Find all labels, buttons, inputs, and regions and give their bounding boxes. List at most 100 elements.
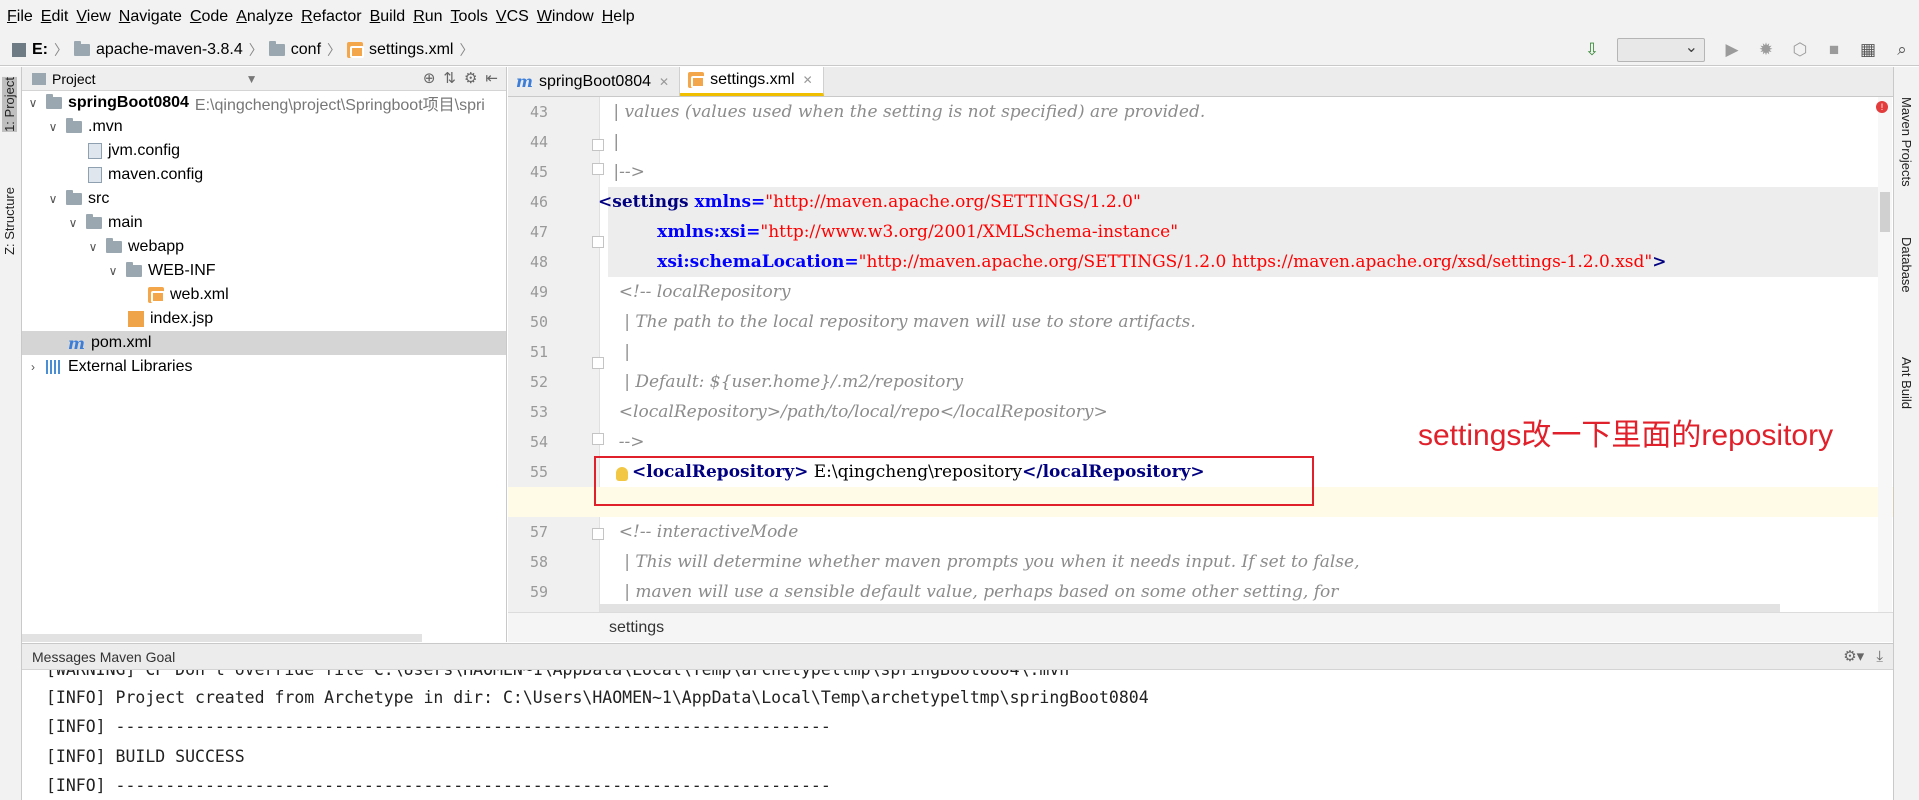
line-number: 47 (529, 223, 548, 241)
expand-arrow-icon[interactable]: ∨ (106, 264, 120, 278)
editor-tabs: m springBoot0804 ✕ settings.xml ✕ (508, 67, 1893, 97)
tree-item-maven-config[interactable]: maven.config (22, 163, 506, 187)
breadcrumb-maven-folder[interactable]: apache-maven-3.8.4 〉 (74, 40, 263, 60)
hide-icon[interactable]: ⇤ (485, 69, 498, 87)
chevron-right-icon: 〉 (248, 41, 263, 58)
tool-tab-maven-projects[interactable]: Maven Projects (1899, 97, 1914, 187)
menu-refactor[interactable]: Refactor (299, 0, 367, 34)
tree-item-label: web.xml (170, 286, 229, 303)
line-number: 57 (529, 523, 548, 541)
fold-marker[interactable] (592, 433, 604, 445)
fold-marker[interactable] (592, 163, 604, 175)
menu-window[interactable]: Window (535, 0, 600, 34)
tree-item-index-jsp[interactable]: index.jsp (22, 307, 506, 331)
gear-icon[interactable]: ⚙ (464, 69, 477, 87)
menu-run[interactable]: Run (411, 0, 448, 34)
coverage-icon[interactable]: ⬡ (1789, 39, 1811, 61)
tab-settings-xml[interactable]: settings.xml ✕ (680, 67, 824, 96)
expand-arrow-icon[interactable]: › (26, 360, 40, 374)
menu-analyze[interactable]: Analyze (234, 0, 299, 34)
menu-build[interactable]: Build (368, 0, 412, 34)
search-everywhere-icon[interactable]: ⌕ (1891, 39, 1913, 61)
tree-item-label: index.jsp (150, 310, 214, 327)
tool-tab-structure[interactable]: Z: Structure (2, 187, 17, 255)
close-icon[interactable]: ✕ (803, 73, 813, 87)
tree-item-springboot0804[interactable]: ∨ springBoot0804 E:\qingcheng\project\Sp… (22, 91, 506, 115)
folder-icon (66, 118, 82, 133)
breadcrumb-drive[interactable]: E: 〉 (12, 40, 68, 60)
scrollbar-thumb[interactable] (1880, 192, 1890, 232)
build-icon[interactable]: ⇩ (1581, 39, 1603, 61)
vertical-scrollbar[interactable]: ! (1876, 97, 1892, 612)
comment-text: <!-- localRepository (608, 282, 791, 302)
editor-breadcrumb[interactable]: settings (508, 612, 1893, 642)
horizontal-scrollbar[interactable] (22, 634, 422, 642)
xml-attribute: xsi:schemaLocation= (598, 252, 859, 272)
expand-arrow-icon[interactable]: ∨ (86, 240, 100, 254)
fold-marker[interactable] (592, 357, 604, 369)
menu-edit[interactable]: Edit (39, 0, 75, 34)
tool-tab-database[interactable]: Database (1899, 237, 1914, 293)
error-indicator-icon[interactable]: ! (1876, 101, 1888, 113)
expand-arrow-icon[interactable]: ∨ (26, 96, 40, 110)
menu-tools[interactable]: Tools (449, 0, 494, 34)
expand-arrow-icon[interactable]: ∨ (66, 216, 80, 230)
collapse-all-icon[interactable]: ⇅ (443, 69, 456, 87)
run-configuration-select[interactable] (1617, 37, 1705, 62)
code-editor[interactable]: 4344454647484950515253545556575859 | val… (508, 97, 1893, 612)
tree-item-src[interactable]: ∨ src (22, 187, 506, 211)
debug-icon[interactable]: ✹ (1755, 39, 1777, 61)
code-line-47: xmlns:xsi="http://www.w3.org/2001/XMLSch… (598, 217, 1178, 247)
stop-icon[interactable]: ■ (1823, 39, 1845, 61)
code-line-48: xsi:schemaLocation="http://maven.apache.… (598, 247, 1666, 277)
menu-navigate[interactable]: Navigate (117, 0, 188, 34)
chevron-down-icon[interactable]: ▼ (246, 72, 258, 86)
project-panel-title[interactable]: Project (52, 71, 96, 87)
tree-item-web-xml[interactable]: web.xml (22, 283, 506, 307)
gear-icon[interactable]: ⚙▾ (1843, 648, 1864, 665)
menu-code[interactable]: Code (188, 0, 234, 34)
project-structure-icon[interactable]: ▦ (1857, 39, 1879, 61)
code-line-45: |--> (608, 157, 645, 187)
close-icon[interactable]: ✕ (659, 75, 669, 89)
fold-marker[interactable] (592, 139, 604, 151)
xml-file-icon (688, 72, 706, 88)
messages-output[interactable]: [WARNING] CP Don't override file C:\User… (22, 670, 1893, 800)
breadcrumb-settings-file[interactable]: settings.xml 〉 (347, 40, 473, 60)
hide-icon[interactable]: ⤓ (1876, 648, 1883, 665)
navigation-bar: E: 〉 apache-maven-3.8.4 〉 conf 〉 setting… (0, 34, 1919, 66)
tree-item-pom-xml[interactable]: m pom.xml (22, 331, 506, 355)
fold-marker[interactable] (592, 528, 604, 540)
menu-help[interactable]: Help (600, 0, 641, 34)
code-line-54: --> (608, 427, 645, 457)
tree-item-webapp[interactable]: ∨ webapp (22, 235, 506, 259)
library-icon (46, 360, 62, 374)
expand-arrow-icon[interactable]: ∨ (46, 120, 60, 134)
breadcrumb-conf-folder[interactable]: conf 〉 (268, 40, 341, 60)
line-number: 49 (529, 283, 548, 301)
message-line: [INFO] Project created from Archetype in… (46, 688, 1149, 707)
xml-file-icon (148, 287, 165, 303)
tree-item-mvn[interactable]: ∨ .mvn (22, 115, 506, 139)
tree-item-main[interactable]: ∨ main (22, 211, 506, 235)
menu-view[interactable]: View (74, 0, 116, 34)
tool-tab-ant-build[interactable]: Ant Build (1899, 357, 1914, 409)
tab-springboot0804[interactable]: m springBoot0804 ✕ (508, 67, 681, 96)
locate-icon[interactable]: ⊕ (423, 69, 436, 87)
folder-icon (106, 238, 122, 253)
tree-item-jvm-config[interactable]: jvm.config (22, 139, 506, 163)
comment-text: |--> (608, 162, 645, 182)
run-icon[interactable]: ▶ (1721, 39, 1743, 61)
horizontal-scrollbar[interactable] (600, 604, 1780, 612)
menu-file[interactable]: File (5, 0, 39, 34)
expand-arrow-icon[interactable]: ∨ (46, 192, 60, 206)
line-number: 58 (529, 553, 548, 571)
tree-item-external-libraries[interactable]: › External Libraries (22, 355, 506, 379)
menu-vcs[interactable]: VCS (494, 0, 535, 34)
tree-item-label: pom.xml (90, 334, 152, 351)
tree-item-web-inf[interactable]: ∨ WEB-INF (22, 259, 506, 283)
tool-tab-project[interactable]: 1: Project (2, 77, 17, 132)
code-line-53: <localRepository>/path/to/local/repo</lo… (608, 397, 1108, 427)
maven-file-icon: m (68, 333, 85, 353)
tree-item-label: WEB-INF (148, 262, 216, 279)
